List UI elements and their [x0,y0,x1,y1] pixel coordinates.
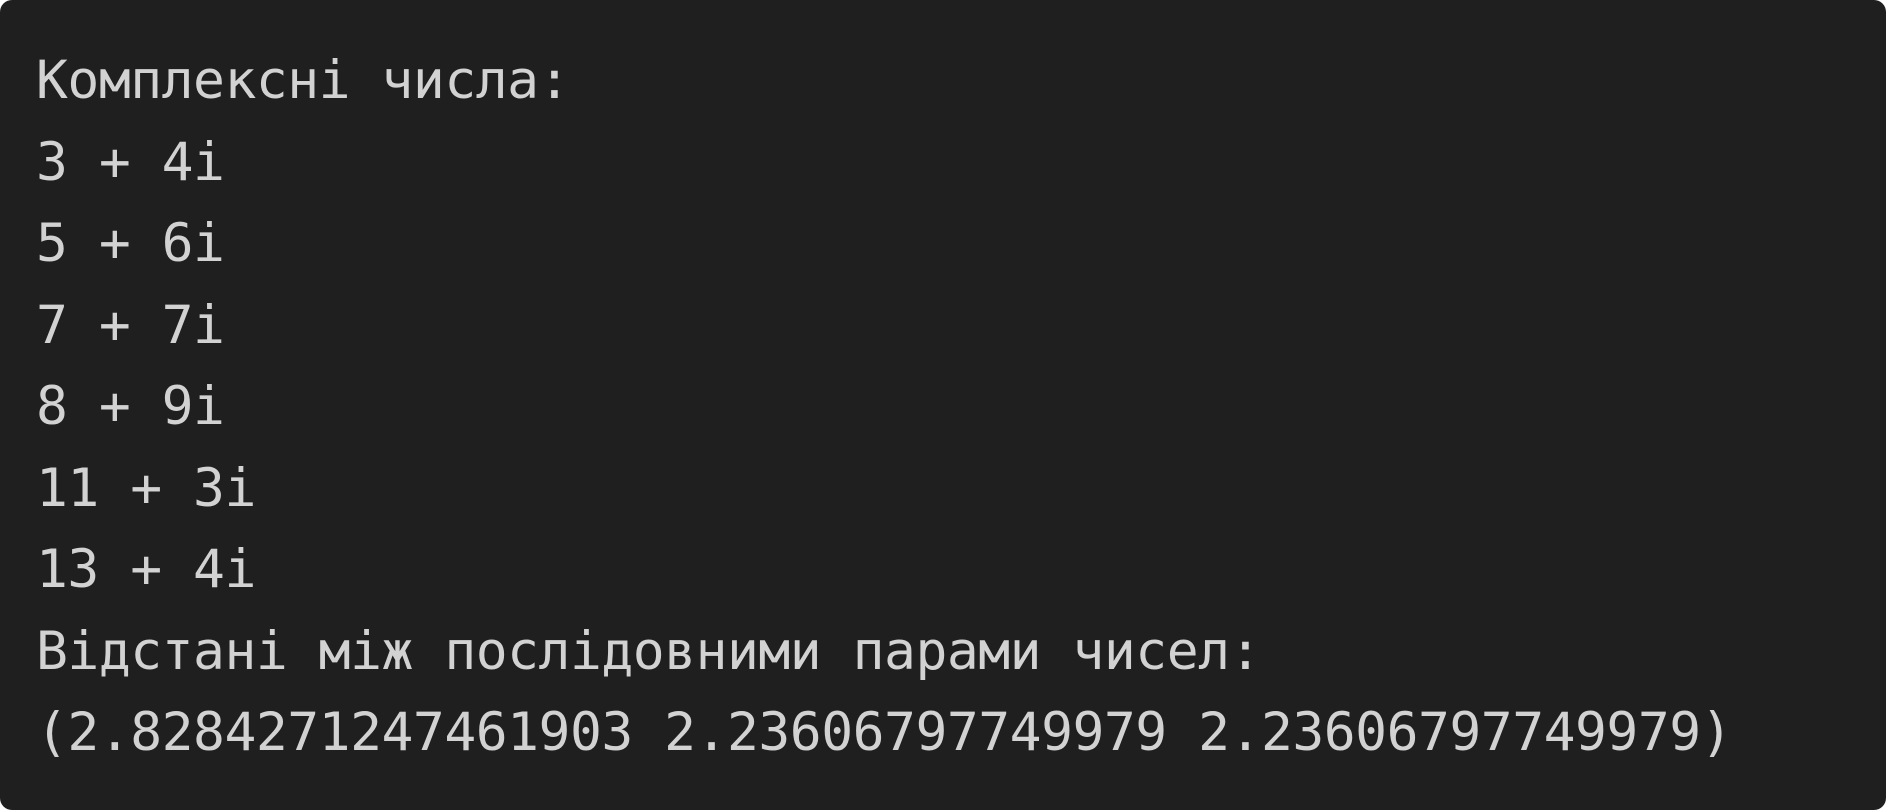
complex-number-line: 11 + 3i [36,457,256,519]
complex-number-line: 3 + 4i [36,131,225,193]
complex-number-line: 8 + 9i [36,376,225,437]
complex-number-line: 5 + 6i [36,213,225,274]
distances-header: Відстані між послідовними парами чисел: [36,620,1261,682]
complex-number-line: 7 + 7i [36,294,225,356]
complex-numbers-header: Комплексні числа: [36,50,570,111]
complex-number-line: 13 + 4i [36,539,256,600]
distances-output: (2.8284271247461903 2.23606797749979 2.2… [36,702,1733,763]
console-output-panel: Комплексні числа: 3 + 4i 5 + 6i 7 + 7i 8… [0,0,1886,810]
